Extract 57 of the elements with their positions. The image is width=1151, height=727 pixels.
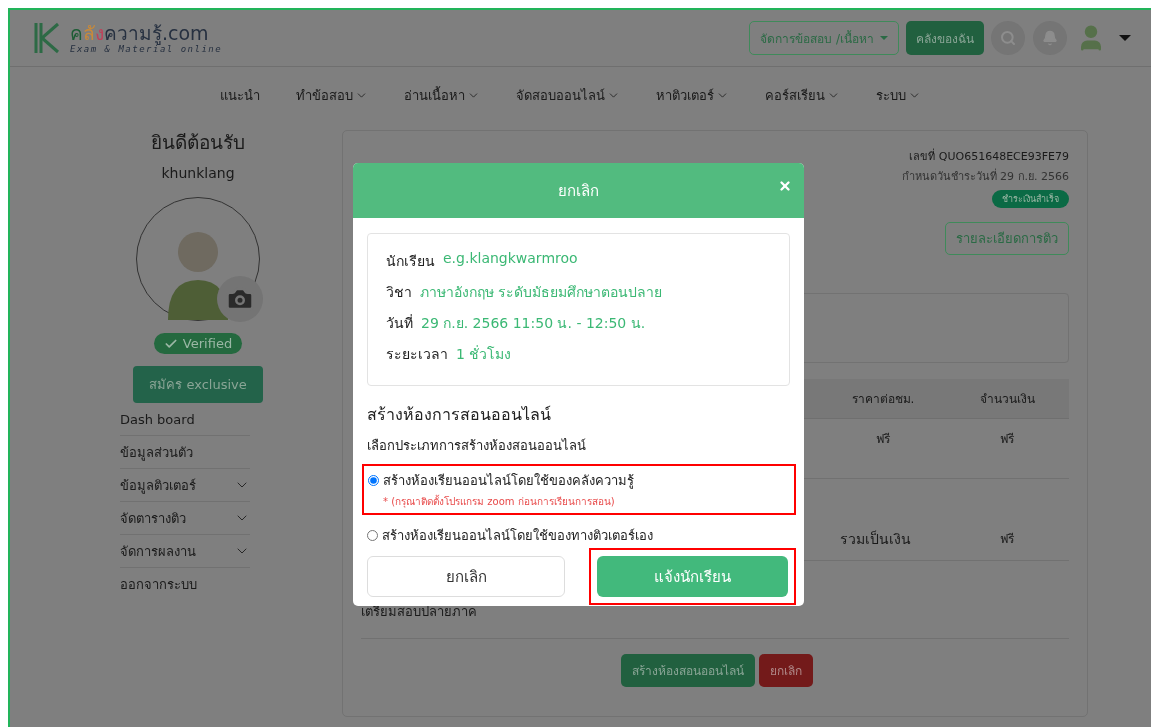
nav-link[interactable]: ทำข้อสอบ — [296, 84, 368, 106]
logo-tagline: Exam & Material online — [70, 44, 223, 54]
radio-button[interactable] — [367, 530, 378, 541]
radio-button[interactable] — [368, 475, 379, 486]
section-title: สร้างห้องการสอนออนไลน์ — [367, 404, 552, 426]
table-cell-text: ฟรี — [875, 431, 891, 448]
option-label: สร้างห้องเรียนออนไลน์โดยใช้ของทางติวเตอร์เอง — [382, 527, 653, 545]
option-prompt: เลือกประเภทการสร้างห้องสอนออนไลน์ — [367, 437, 587, 455]
radio-option[interactable]: สร้างห้องเรียนออนไลน์โดยใช้ของคลังความรู้ — [368, 470, 790, 491]
detail-value: e.g.klangkwarmroo — [443, 250, 578, 268]
column-header: ราคาต่อชม. — [850, 391, 916, 408]
nav-link[interactable]: หาติวเตอร์ — [656, 84, 729, 106]
option-note: * (กรุณาติดตั้งโปรแกรม zoom ก่อนการเรียนการสอน) — [383, 494, 616, 509]
bell-icon — [1042, 30, 1058, 46]
library-button[interactable]: คลังของฉัน — [906, 21, 984, 55]
table-cell-text: ฟรี — [999, 431, 1015, 448]
option-label: สร้างห้องเรียนออนไลน์โดยใช้ของคลังความรู้ — [383, 472, 634, 491]
nav-link[interactable]: ระบบ — [876, 84, 921, 106]
nav-link[interactable]: จัดสอบออนไลน์ — [516, 84, 620, 106]
username: khunklang — [161, 165, 235, 181]
modal-title: ยกเลิก — [558, 180, 599, 202]
cancel-button[interactable]: ยกเลิก — [367, 556, 565, 597]
sidebar-menu-item[interactable]: ออกจากระบบ — [120, 568, 250, 601]
cancel-button[interactable]: ยกเลิก — [759, 654, 813, 687]
sidebar-menu-item[interactable]: Dash board — [120, 403, 250, 436]
detail-value: 1 ชั่วโมง — [456, 344, 512, 364]
sidebar-menu-item[interactable]: จัดตารางติว — [120, 502, 250, 535]
create-room-button[interactable]: สร้างห้องสอนออนไลน์ — [621, 654, 755, 687]
close-glyph-icon — [778, 179, 792, 193]
exclusive-button[interactable]: สมัคร exclusive — [133, 366, 263, 403]
detail-value: 29 ก.ย. 2566 11:50 น. - 12:50 น. — [421, 314, 646, 333]
detail-label: วันที่ — [386, 313, 413, 333]
detail-label: ระยะเวลา — [386, 345, 448, 364]
nav-link[interactable]: คอร์สเรียน — [765, 84, 840, 106]
radio-option[interactable]: สร้างห้องเรียนออนไลน์โดยใช้ของทางติวเตอร์เอง — [367, 525, 653, 546]
status-badge: ชำระเงินสำเร็จ — [992, 190, 1069, 208]
due-date: กำหนดวันชำระวันที่ 29 ก.ย. 2566 — [901, 167, 1069, 185]
sidebar-menu-item[interactable]: จัดการผลงาน — [120, 535, 250, 568]
total-label: รวมเป็นเงิน — [838, 529, 912, 549]
nav-link[interactable]: อ่านเนื้อหา — [404, 84, 480, 106]
sidebar-menu-item[interactable]: ข้อมูลติวเตอร์ — [120, 469, 250, 502]
sidebar-menu-item[interactable]: ข้อมูลส่วนตัว — [120, 436, 250, 469]
detail-value: ภาษาอังกฤษ ระดับมัธยมศึกษาตอนปลาย — [420, 283, 663, 302]
search-icon — [1000, 30, 1016, 46]
nav-link[interactable]: แนะนำ — [220, 84, 260, 106]
camera-icon[interactable] — [217, 276, 263, 322]
close-icon[interactable] — [778, 179, 792, 193]
caret-icon[interactable] — [1119, 35, 1131, 41]
total-value: ฟรี — [999, 531, 1015, 548]
detail-label: นักเรียน — [386, 252, 435, 271]
notify-student-button[interactable]: แจ้งนักเรียน — [597, 556, 788, 597]
invoice-number: เลขที่ QUO651648ECE93FE79 — [909, 147, 1069, 165]
logo-text: คลังความรู้.com — [70, 22, 210, 44]
column-header: จำนวนเงิน — [978, 391, 1036, 408]
detail-label: วิชา — [386, 283, 412, 302]
welcome-heading: ยินดีต้อนรับ — [151, 130, 245, 155]
verified-badge: Verified — [153, 333, 243, 354]
